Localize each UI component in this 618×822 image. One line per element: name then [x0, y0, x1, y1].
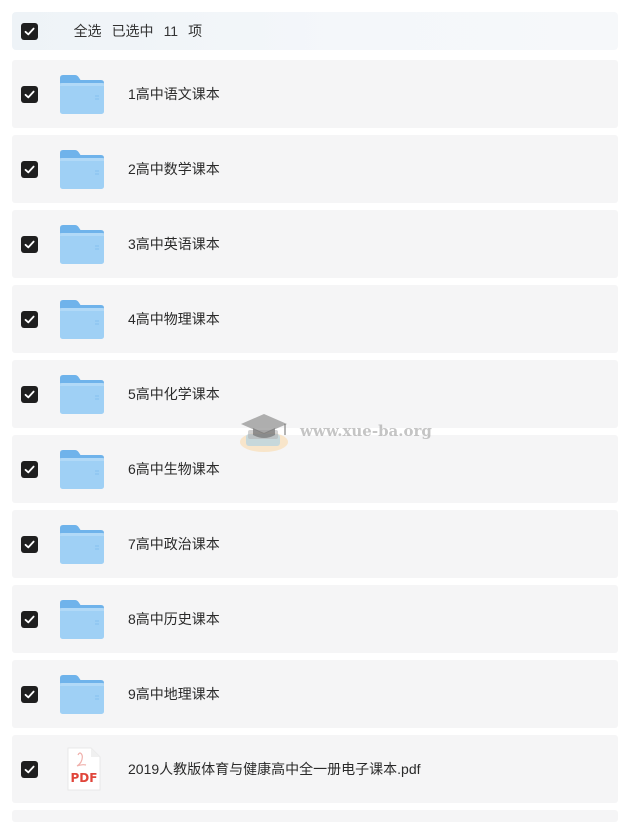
item-checkbox[interactable] — [21, 385, 38, 403]
list-item-partial — [12, 810, 618, 822]
svg-text:PDF: PDF — [71, 771, 98, 785]
checkmark-icon — [24, 465, 35, 473]
selected-count: 11 — [163, 23, 179, 39]
checkmark-icon — [24, 615, 35, 623]
item-name[interactable]: 8高中历史课本 — [128, 585, 220, 653]
list-item[interactable]: 7高中政治课本 — [12, 510, 618, 578]
list-item[interactable]: 5高中化学课本 — [12, 360, 618, 428]
item-name[interactable]: 7高中政治课本 — [128, 510, 220, 578]
folder-icon — [58, 372, 106, 416]
selection-summary: 全选 已选中 11 项 — [58, 5, 212, 57]
list-item[interactable]: 8高中历史课本 — [12, 585, 618, 653]
folder-icon — [58, 72, 106, 116]
select-all-checkbox[interactable] — [21, 22, 38, 40]
item-checkbox[interactable] — [21, 85, 38, 103]
item-checkbox[interactable] — [21, 535, 38, 553]
selected-prefix: 已选中 — [111, 23, 154, 39]
list-item[interactable]: 2高中数学课本 — [12, 135, 618, 203]
item-name[interactable]: 6高中生物课本 — [128, 435, 220, 503]
item-name[interactable]: 9高中地理课本 — [128, 660, 220, 728]
item-name[interactable]: 1高中语文课本 — [128, 60, 220, 128]
checkmark-icon — [24, 765, 35, 773]
checkmark-icon — [24, 390, 35, 398]
checkmark-icon — [24, 240, 35, 248]
list-item[interactable]: 1高中语文课本 — [12, 60, 618, 128]
select-all-bar: 全选 已选中 11 项 — [12, 12, 618, 50]
folder-icon — [58, 297, 106, 341]
list-item[interactable]: 4高中物理课本 — [12, 285, 618, 353]
list-item[interactable]: 9高中地理课本 — [12, 660, 618, 728]
folder-icon — [58, 147, 106, 191]
checkmark-icon — [24, 27, 35, 35]
checkmark-icon — [24, 540, 35, 548]
item-name[interactable]: 2019人教版体育与健康高中全一册电子课本.pdf — [128, 735, 421, 803]
checkmark-icon — [24, 690, 35, 698]
list-item[interactable]: 3高中英语课本 — [12, 210, 618, 278]
item-checkbox[interactable] — [21, 685, 38, 703]
folder-icon — [58, 672, 106, 716]
list-item[interactable]: 6高中生物课本 — [12, 435, 618, 503]
item-checkbox[interactable] — [21, 160, 38, 178]
item-name[interactable]: 5高中化学课本 — [128, 360, 220, 428]
item-checkbox[interactable] — [21, 310, 38, 328]
folder-icon — [58, 222, 106, 266]
item-checkbox[interactable] — [21, 235, 38, 253]
item-name[interactable]: 3高中英语课本 — [128, 210, 220, 278]
folder-icon — [58, 522, 106, 566]
item-checkbox[interactable] — [21, 760, 38, 778]
selected-suffix: 项 — [188, 23, 203, 39]
checkmark-icon — [24, 90, 35, 98]
list-item[interactable]: PDF 2019人教版体育与健康高中全一册电子课本.pdf — [12, 735, 618, 803]
folder-icon — [58, 447, 106, 491]
pdf-file-icon: PDF — [58, 747, 106, 791]
item-name[interactable]: 4高中物理课本 — [128, 285, 220, 353]
checkmark-icon — [24, 165, 35, 173]
item-name[interactable]: 2高中数学课本 — [128, 135, 220, 203]
file-list: 1高中语文课本 2高中数学课本 3高中英语课本 4高中物理课本 5高中化学课本 … — [12, 60, 618, 810]
checkmark-icon — [24, 315, 35, 323]
item-checkbox[interactable] — [21, 610, 38, 628]
select-all-label[interactable]: 全选 — [74, 23, 102, 39]
folder-icon — [58, 597, 106, 641]
item-checkbox[interactable] — [21, 460, 38, 478]
